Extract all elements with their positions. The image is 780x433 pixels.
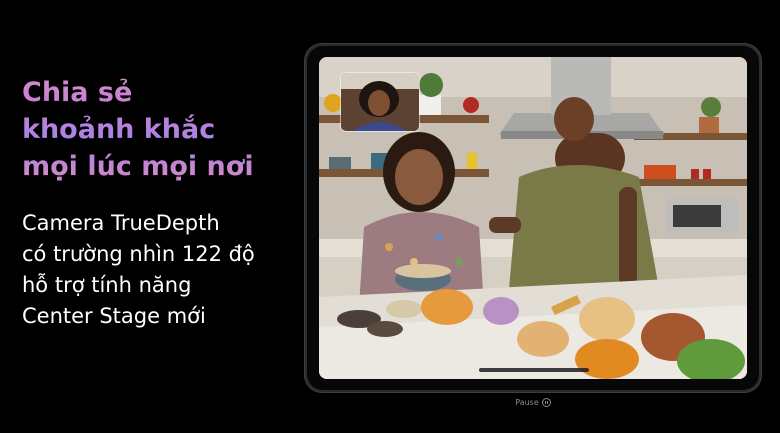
description-line-4: Center Stage mới: [22, 304, 206, 328]
video-control-row: Pause: [0, 398, 780, 407]
facetime-remote-caller-thumbnail: [341, 73, 419, 131]
pause-video-button[interactable]: Pause: [515, 398, 551, 407]
description-line-2: có trường nhìn 122 độ: [22, 242, 255, 266]
ipad-device: [304, 43, 762, 393]
headline-line-3: mọi lúc mọi nơi: [22, 151, 254, 182]
home-indicator: [479, 368, 589, 372]
pause-circle-icon: [541, 398, 551, 407]
headline: Chia sẻ khoảnh khắc mọi lúc mọi nơi: [22, 74, 302, 185]
description-line-3: hỗ trợ tính năng: [22, 273, 192, 297]
pause-label: Pause: [515, 398, 539, 407]
description-line-1: Camera TrueDepth: [22, 211, 220, 235]
headline-line-2: khoảnh khắc: [22, 114, 216, 145]
feature-description: Camera TrueDepth có trường nhìn 122 độ h…: [22, 208, 302, 332]
caller-portrait-illustration: [341, 73, 419, 131]
headline-line-1: Chia sẻ: [22, 77, 133, 108]
facetime-video-call-screen: [319, 57, 747, 379]
